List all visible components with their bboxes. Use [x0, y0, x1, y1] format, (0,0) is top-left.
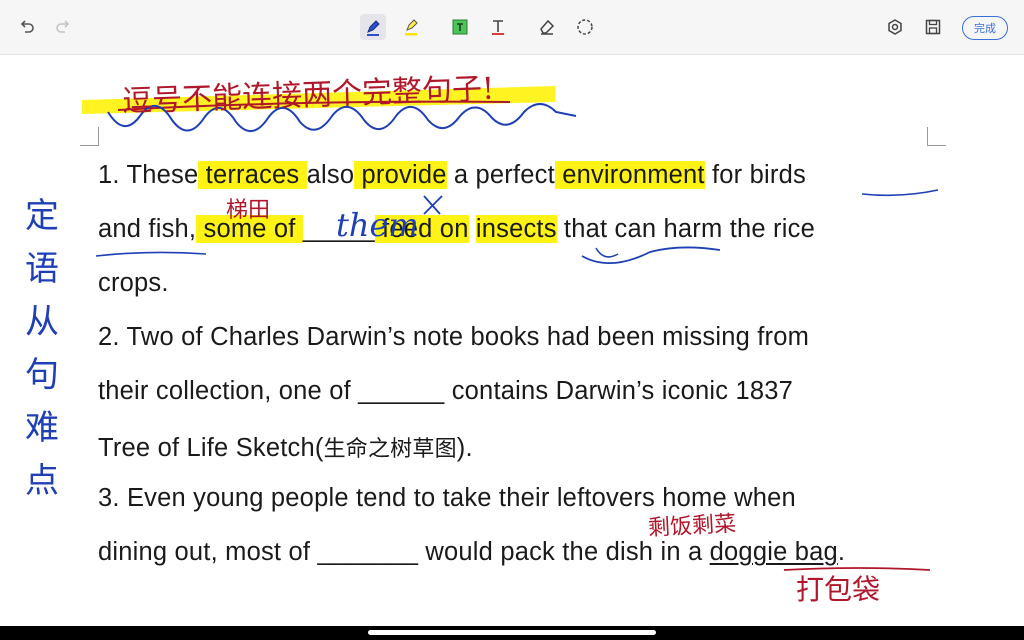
highlight-insects: insects: [475, 215, 557, 243]
word-birds: birds: [749, 161, 806, 189]
question-2-line-2: their collection, one of ______ contains…: [98, 377, 793, 405]
question-1-line-1: 1. These terraces also provide a perfect…: [98, 161, 806, 189]
margin-mark-left: [80, 127, 99, 146]
home-indicator[interactable]: [368, 630, 656, 635]
redo-icon[interactable]: [50, 14, 76, 40]
margin-mark-right: [927, 127, 946, 146]
undo-icon[interactable]: [14, 14, 40, 40]
text-box-icon[interactable]: [447, 14, 473, 40]
ink-note-terraces: 梯田: [226, 198, 271, 223]
ink-answer-them: them: [336, 206, 419, 244]
settings-icon[interactable]: [882, 14, 908, 40]
annotation-toolbar: 完成: [0, 0, 1024, 55]
question-3-line-2: dining out, most of _______ would pack t…: [98, 538, 846, 566]
lasso-icon[interactable]: [572, 14, 598, 40]
ink-note-leftovers: 剩饭剩菜: [647, 511, 737, 542]
question-2-line-1: 2. Two of Charles Darwin’s note books ha…: [98, 323, 810, 351]
ink-note-doggie-bag: 打包袋: [796, 573, 881, 606]
highlighter-icon[interactable]: [398, 14, 424, 40]
question-1-line-2: and fish, some of _____ feed on insects …: [98, 215, 815, 243]
chinese-gloss: 生命之树草图: [323, 437, 457, 462]
done-button[interactable]: 完成: [962, 16, 1008, 40]
eraser-icon[interactable]: [534, 14, 560, 40]
ink-side-note: 定 语 从 句 难 点: [25, 196, 59, 501]
word-doggie-bag: doggie bag: [709, 538, 838, 566]
pen-icon[interactable]: [360, 14, 386, 40]
save-icon[interactable]: [920, 14, 946, 40]
highlight-provide: provide: [354, 161, 447, 189]
highlight-terraces: terraces: [198, 161, 307, 189]
question-1-line-3: crops.: [98, 269, 169, 297]
highlight-environment: environment: [554, 161, 705, 189]
text-cursor-icon[interactable]: [485, 14, 511, 40]
question-2-line-3: Tree of Life Sketch(生命之树草图).: [98, 434, 473, 462]
